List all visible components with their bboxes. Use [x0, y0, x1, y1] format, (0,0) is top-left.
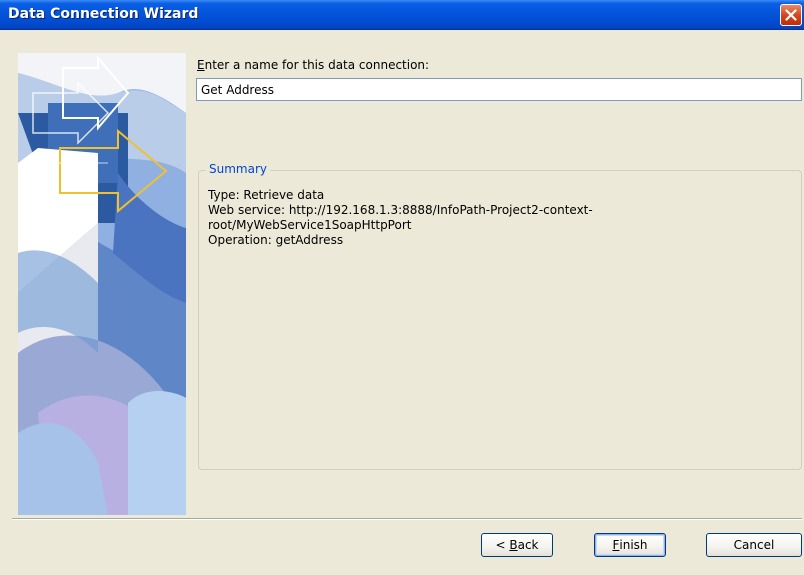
summary-line: Type: Retrieve data — [208, 188, 325, 202]
close-button[interactable] — [780, 4, 802, 26]
close-icon — [785, 9, 797, 21]
finish-button-mnemonic: F — [612, 538, 620, 552]
connection-name-label-mnemonic: E — [197, 58, 205, 72]
connection-name-label: Enter a name for this data connection: — [197, 58, 429, 72]
connection-name-label-text: nter a name for this data connection: — [204, 58, 430, 72]
connection-name-input[interactable] — [196, 78, 802, 101]
finish-button-text: inish — [619, 538, 648, 552]
window-title: Data Connection Wizard — [8, 6, 199, 22]
summary-line: root/MyWebService1SoapHttpPort — [208, 218, 412, 232]
wizard-banner-graphic — [18, 53, 186, 515]
button-separator — [12, 518, 802, 520]
back-button-text: ack — [517, 538, 539, 552]
data-connection-wizard-window: Data Connection Wizard Enter a name for … — [0, 0, 804, 575]
finish-button[interactable]: Finish — [594, 533, 666, 557]
back-button-mnemonic: B — [509, 538, 518, 552]
cancel-button[interactable]: Cancel — [706, 533, 802, 557]
summary-details: Type: Retrieve data Web service: http://… — [208, 188, 593, 248]
summary-line: Web service: http://192.168.1.3:8888/Inf… — [208, 203, 593, 217]
summary-legend: Summary — [206, 162, 270, 176]
back-button-prefix: < — [495, 538, 510, 552]
title-bar[interactable]: Data Connection Wizard — [0, 0, 804, 30]
cancel-button-label: Cancel — [733, 538, 775, 552]
back-button[interactable]: < Back — [481, 533, 553, 557]
summary-line: Operation: getAddress — [208, 233, 344, 247]
